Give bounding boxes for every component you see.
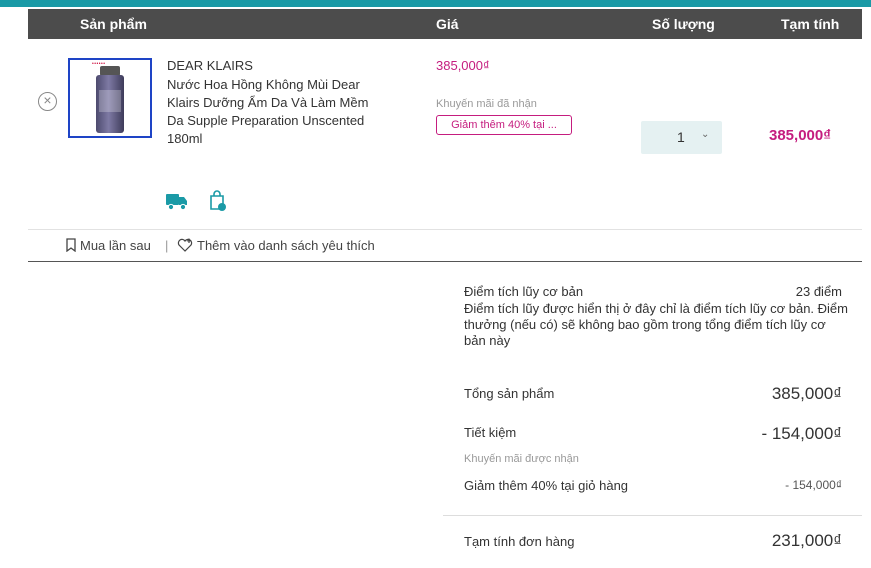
product-brand[interactable]: DEAR KLAIRS xyxy=(167,58,253,73)
savings-value: - 154,000₫ xyxy=(761,424,842,443)
bookmark-icon xyxy=(66,238,76,253)
points-value: 23 điểm xyxy=(795,284,842,299)
promo-badge[interactable]: Giảm thêm 40% tại ... xyxy=(436,115,572,135)
item-actions-bar: Mua lần sau | Thêm vào danh sách yêu thí… xyxy=(28,229,862,262)
savings-label: Tiết kiệm xyxy=(464,425,517,440)
heart-plus-icon xyxy=(177,238,193,252)
top-accent-bar xyxy=(0,0,871,7)
summary-divider xyxy=(443,515,862,516)
discount-value: - 154,000₫ xyxy=(785,478,842,492)
header-price: Giá xyxy=(436,16,459,32)
promo-applied-label: Khuyến mãi đã nhận xyxy=(436,98,537,110)
order-subtotal-value: 231,000₫ xyxy=(771,531,842,550)
points-note: Điểm tích lũy được hiển thị ở đây chỉ là… xyxy=(464,301,848,348)
points-label: Điểm tích lũy cơ bản xyxy=(464,284,584,299)
cart-item-row: × •••••• DEAR KLAIRS Nước Hoa Hồng Không… xyxy=(28,39,862,229)
shopping-bag-icon xyxy=(210,190,226,211)
unit-price: 385,000₫ xyxy=(436,58,490,73)
product-thumbnail[interactable]: •••••• xyxy=(68,58,152,138)
row-subtotal: 385,000₫ xyxy=(769,127,831,144)
header-product: Sản phẩm xyxy=(80,16,147,32)
cart-table-header: Sản phẩm Giá Số lượng Tạm tính xyxy=(28,9,862,39)
quantity-select[interactable]: 1 ⌄ xyxy=(641,121,722,154)
buy-later-link[interactable]: Mua lần sau xyxy=(66,238,151,253)
buy-later-label: Mua lần sau xyxy=(80,238,151,253)
chevron-down-icon: ⌄ xyxy=(701,129,710,140)
truck-icon xyxy=(166,194,187,211)
action-separator: | xyxy=(165,238,169,253)
product-name[interactable]: Nước Hoa Hồng Không Mùi Dear Klairs Dưỡn… xyxy=(167,76,382,148)
remove-icon[interactable]: × xyxy=(38,92,57,111)
order-summary: Điểm tích lũy cơ bản 23 điểm Điểm tích l… xyxy=(443,262,862,568)
add-wishlist-label: Thêm vào danh sách yêu thích xyxy=(197,238,375,253)
discount-label: Giảm thêm 40% tại giỏ hàng xyxy=(464,478,629,493)
add-wishlist-link[interactable]: Thêm vào danh sách yêu thích xyxy=(177,238,375,253)
bottle-label xyxy=(99,90,121,112)
header-subtotal: Tạm tính xyxy=(781,16,840,32)
promo-received-label: Khuyến mãi được nhận xyxy=(464,453,579,465)
total-products-value: 385,000₫ xyxy=(771,384,842,403)
order-subtotal-label: Tạm tính đơn hàng xyxy=(464,534,575,549)
quantity-value: 1 xyxy=(677,129,685,145)
total-products-label: Tổng sản phẩm xyxy=(464,386,555,401)
header-quantity: Số lượng xyxy=(652,16,715,32)
